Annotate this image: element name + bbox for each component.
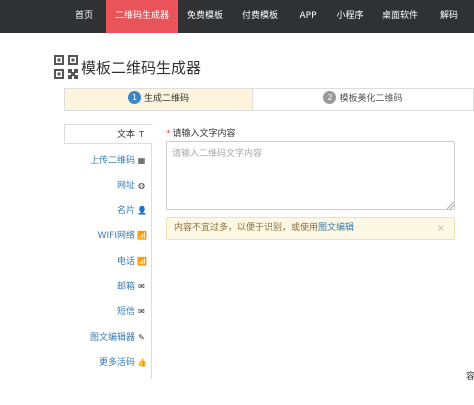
nav-paid-templates[interactable]: 付费模板 [232,0,288,33]
sidebar-item-label: 短信 [116,307,135,317]
rich-editor-link[interactable]: 图文编辑 [318,223,354,233]
sidebar-item-url[interactable]: 网址 ◍ [64,176,152,196]
resize-handle-icon[interactable] [447,202,454,209]
nav-free-templates[interactable]: 免费模板 [178,0,232,33]
sidebar-item-label: 邮箱 [116,282,135,292]
qr-text-input[interactable] [166,141,455,210]
user-icon: 👤 [137,206,147,215]
step-label: 生成二维码 [143,94,189,104]
nav-home[interactable]: 首页 [62,0,106,33]
envelope-icon: ✉ [138,307,145,316]
alert-text: 内容不宜过多，以便于识别，或使用 [174,223,319,233]
nav-mini-program[interactable]: 小程序 [328,0,372,33]
sidebar-item-wifi[interactable]: WIFI网络 📶 [64,226,152,246]
step-number: 2 [323,91,337,104]
required-mark: * [166,129,171,139]
nav-decode[interactable]: 解码 [428,0,470,33]
clipped-edge-text: 容 [466,372,474,382]
sidebar-item-label: WIFI网络 [97,231,135,241]
envelope-icon: ✉ [138,282,145,291]
step-label: 模板美化二维码 [339,94,403,104]
sidebar-item-label: 文本 [116,130,135,140]
signal-icon: 📶 [137,257,147,266]
step-beautify-template[interactable]: 2 模板美化二维码 [253,89,473,110]
signal-icon: 📶 [137,231,147,240]
content-type-sidebar: 文本 T 上传二维码 ▦ 网址 ◍ 名片 👤 WIFI网络 📶 电话 📶 邮箱 ✉ 短信 ✉ 图… [64,124,153,379]
sidebar-item-text[interactable]: 文本 T [64,124,153,144]
sidebar-item-label: 电话 [116,257,135,267]
page-title: 模板二维码生成器 [81,59,202,77]
globe-icon: ◍ [138,181,145,190]
sidebar-item-phone[interactable]: 电话 📶 [64,252,152,272]
text-icon: T [139,130,144,139]
edit-icon: ✎ [138,333,145,342]
tip-alert: 内容不宜过多，以便于识别，或使用图文编辑 × [166,217,455,240]
sidebar-item-label: 上传二维码 [89,156,135,166]
qrcode-icon: ▦ [137,156,146,165]
sidebar-item-label: 名片 [116,206,135,216]
sidebar-item-label: 更多活码 [98,358,135,368]
thumbs-up-icon: 👍 [137,358,147,367]
step-tabs: 1 生成二维码 2 模板美化二维码 [64,88,474,111]
nav-desktop-software[interactable]: 桌面软件 [372,0,428,33]
step-number: 1 [127,91,141,104]
step-generate-qr[interactable]: 1 生成二维码 [65,89,253,110]
text-content-label: * 请输入文字内容 [166,126,236,139]
sidebar-item-sms[interactable]: 短信 ✉ [64,302,152,322]
sidebar-item-upload-qr[interactable]: 上传二维码 ▦ [64,151,152,171]
sidebar-item-label: 图文编辑器 [89,333,135,343]
top-nav: 首页 二维码生成器 免费模板 付费模板 APP 小程序 桌面软件 解码 [0,0,474,33]
nav-app[interactable]: APP [288,0,328,33]
qr-code-icon [54,55,78,79]
sidebar-item-rich-editor[interactable]: 图文编辑器 ✎ [64,328,152,348]
nav-qr-generator[interactable]: 二维码生成器 [106,0,178,33]
sidebar-item-email[interactable]: 邮箱 ✉ [64,277,152,297]
sidebar-item-label: 网址 [116,181,135,191]
close-icon[interactable]: × [437,218,445,239]
sidebar-item-business-card[interactable]: 名片 👤 [64,201,152,221]
label-text: 请输入文字内容 [172,129,236,139]
sidebar-item-more-dynamic-codes[interactable]: 更多活码 👍 [64,353,152,373]
